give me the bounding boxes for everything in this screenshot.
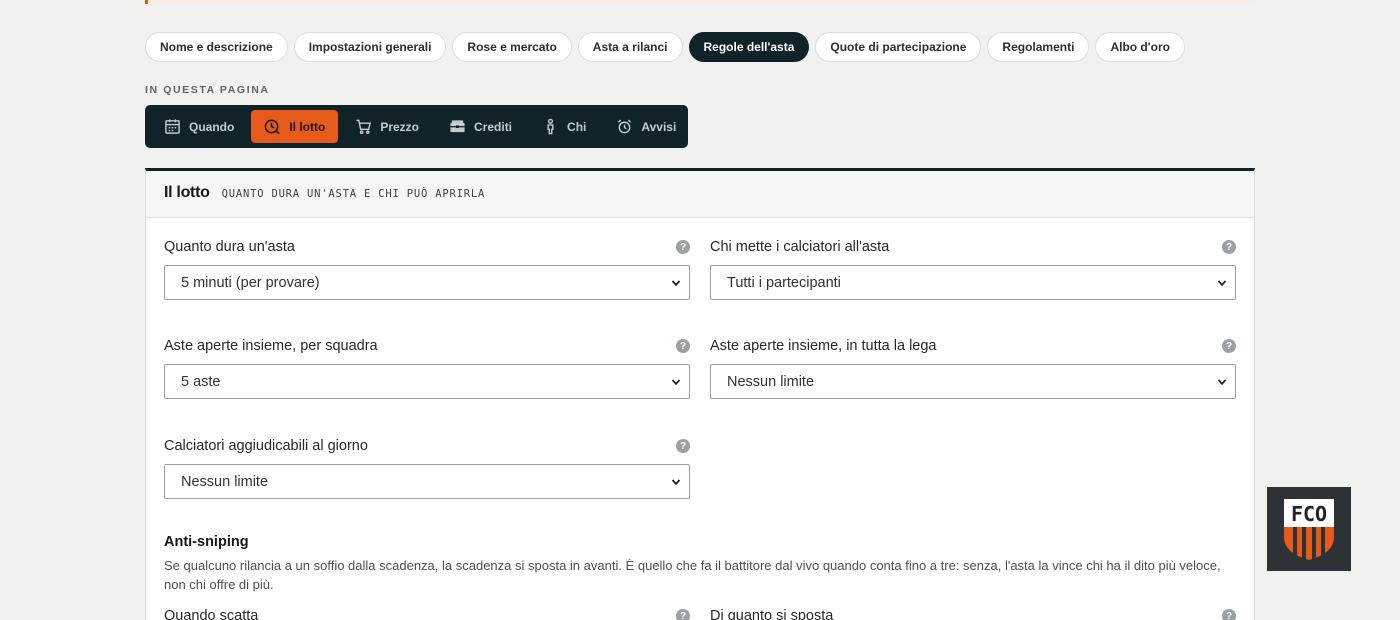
chi-mette-select[interactable]: Tutti i partecipanti — [710, 265, 1236, 300]
chevron-down-icon — [1217, 279, 1227, 286]
select-value: 5 minuti (per provare) — [181, 274, 320, 291]
field-label: Chi mette i calciatori all'asta — [710, 239, 890, 255]
logo-text: FCO — [1291, 502, 1327, 526]
anchor-label: Avvisi — [641, 119, 677, 134]
fco-logo[interactable]: FCO — [1267, 487, 1351, 571]
aste-lega-select[interactable]: Nessun limite — [710, 364, 1236, 399]
top-accent-strip — [145, 0, 1255, 4]
help-icon[interactable]: ? — [1222, 240, 1236, 254]
help-icon[interactable]: ? — [1222, 339, 1236, 353]
chevron-down-icon — [671, 478, 681, 485]
help-icon[interactable]: ? — [676, 339, 690, 353]
chevron-down-icon — [671, 279, 681, 286]
on-page-label: IN QUESTA PAGINA — [145, 84, 270, 96]
field-label: Aste aperte insieme, per squadra — [164, 338, 378, 354]
anchor-label: Quando — [189, 119, 235, 134]
tab-albo-oro[interactable]: Albo d'oro — [1095, 32, 1185, 62]
tab-regole-asta[interactable]: Regole dell'asta — [688, 32, 810, 62]
anchor-avvisi[interactable]: Avvisi — [603, 110, 689, 143]
select-value: Nessun limite — [727, 373, 815, 390]
tab-rose-mercato[interactable]: Rose e mercato — [452, 32, 572, 62]
field-chi-mette: Chi mette i calciatori all'asta ? Tutti … — [710, 237, 1236, 300]
anchor-il-lotto[interactable]: Il lotto — [251, 110, 339, 143]
select-value: 5 aste — [181, 373, 221, 390]
anchor-label: Chi — [567, 119, 587, 134]
select-value: Tutti i partecipanti — [727, 274, 841, 291]
person-icon — [542, 118, 559, 135]
clock-icon — [264, 118, 281, 135]
alarm-icon — [616, 118, 633, 135]
panel-title: Il lotto — [164, 184, 210, 201]
chevron-down-icon — [671, 378, 681, 385]
panel-header: Il lotto QUANTO DURA UN'ASTA E CHI PUÒ A… — [146, 171, 1254, 218]
field-quando-scatta: Quando scatta ? — [164, 606, 690, 620]
field-di-quanto: Di quanto si sposta ? — [710, 606, 1236, 620]
field-aste-lega: Aste aperte insieme, in tutta la lega ? … — [710, 336, 1236, 399]
tab-nome-descrizione[interactable]: Nome e descrizione — [145, 32, 288, 62]
select-value: Nessun limite — [181, 473, 269, 490]
page-anchor-nav: Quando Il lotto Prezzo Crediti Chi Avvis… — [145, 105, 688, 148]
panel-subtitle: QUANTO DURA UN'ASTA E CHI PUÒ APRIRLA — [221, 188, 486, 200]
field-durata: Quanto dura un'asta ? 5 minuti (per prov… — [164, 237, 690, 300]
anchor-label: Crediti — [474, 119, 513, 134]
giornaliero-select[interactable]: Nessun limite — [164, 464, 690, 499]
il-lotto-panel: Il lotto QUANTO DURA UN'ASTA E CHI PUÒ A… — [145, 168, 1255, 620]
anti-sniping-description: Se qualcuno rilancia a un soffio dalla s… — [164, 558, 1221, 592]
aste-squadra-select[interactable]: 5 aste — [164, 364, 690, 399]
tab-impostazioni-generali[interactable]: Impostazioni generali — [293, 32, 447, 62]
settings-tabs: Nome e descrizione Impostazioni generali… — [145, 32, 1185, 62]
anchor-prezzo[interactable]: Prezzo — [342, 110, 432, 143]
anchor-crediti[interactable]: Crediti — [436, 110, 525, 143]
field-aste-squadra: Aste aperte insieme, per squadra ? 5 ast… — [164, 336, 690, 399]
chevron-down-icon — [1217, 378, 1227, 385]
cart-icon — [355, 118, 372, 135]
tab-asta-rilanci[interactable]: Asta a rilanci — [577, 32, 683, 62]
anchor-chi[interactable]: Chi — [529, 110, 599, 143]
anchor-quando[interactable]: Quando — [151, 110, 247, 143]
tab-regolamenti[interactable]: Regolamenti — [987, 32, 1090, 62]
field-label: Quanto dura un'asta — [164, 239, 295, 255]
help-icon[interactable]: ? — [676, 240, 690, 254]
wallet-icon — [449, 118, 466, 135]
field-label: Calciatori aggiudicabili al giorno — [164, 438, 368, 454]
help-icon[interactable]: ? — [1222, 609, 1236, 620]
fco-shield-icon: FCO — [1284, 499, 1334, 560]
anchor-label: Il lotto — [289, 119, 326, 134]
durata-select[interactable]: 5 minuti (per provare) — [164, 265, 690, 300]
help-icon[interactable]: ? — [676, 439, 690, 453]
anchor-label: Prezzo — [380, 119, 420, 134]
anti-sniping-title: Anti-sniping — [164, 534, 249, 550]
calendar-icon — [164, 118, 181, 135]
field-label: Aste aperte insieme, in tutta la lega — [710, 338, 937, 354]
tab-quote-partecipazione[interactable]: Quote di partecipazione — [815, 32, 982, 62]
field-label: Di quanto si sposta — [710, 608, 834, 620]
help-icon[interactable]: ? — [676, 609, 690, 620]
field-label: Quando scatta — [164, 608, 259, 620]
field-giornaliero: Calciatori aggiudicabili al giorno ? Nes… — [164, 436, 690, 499]
